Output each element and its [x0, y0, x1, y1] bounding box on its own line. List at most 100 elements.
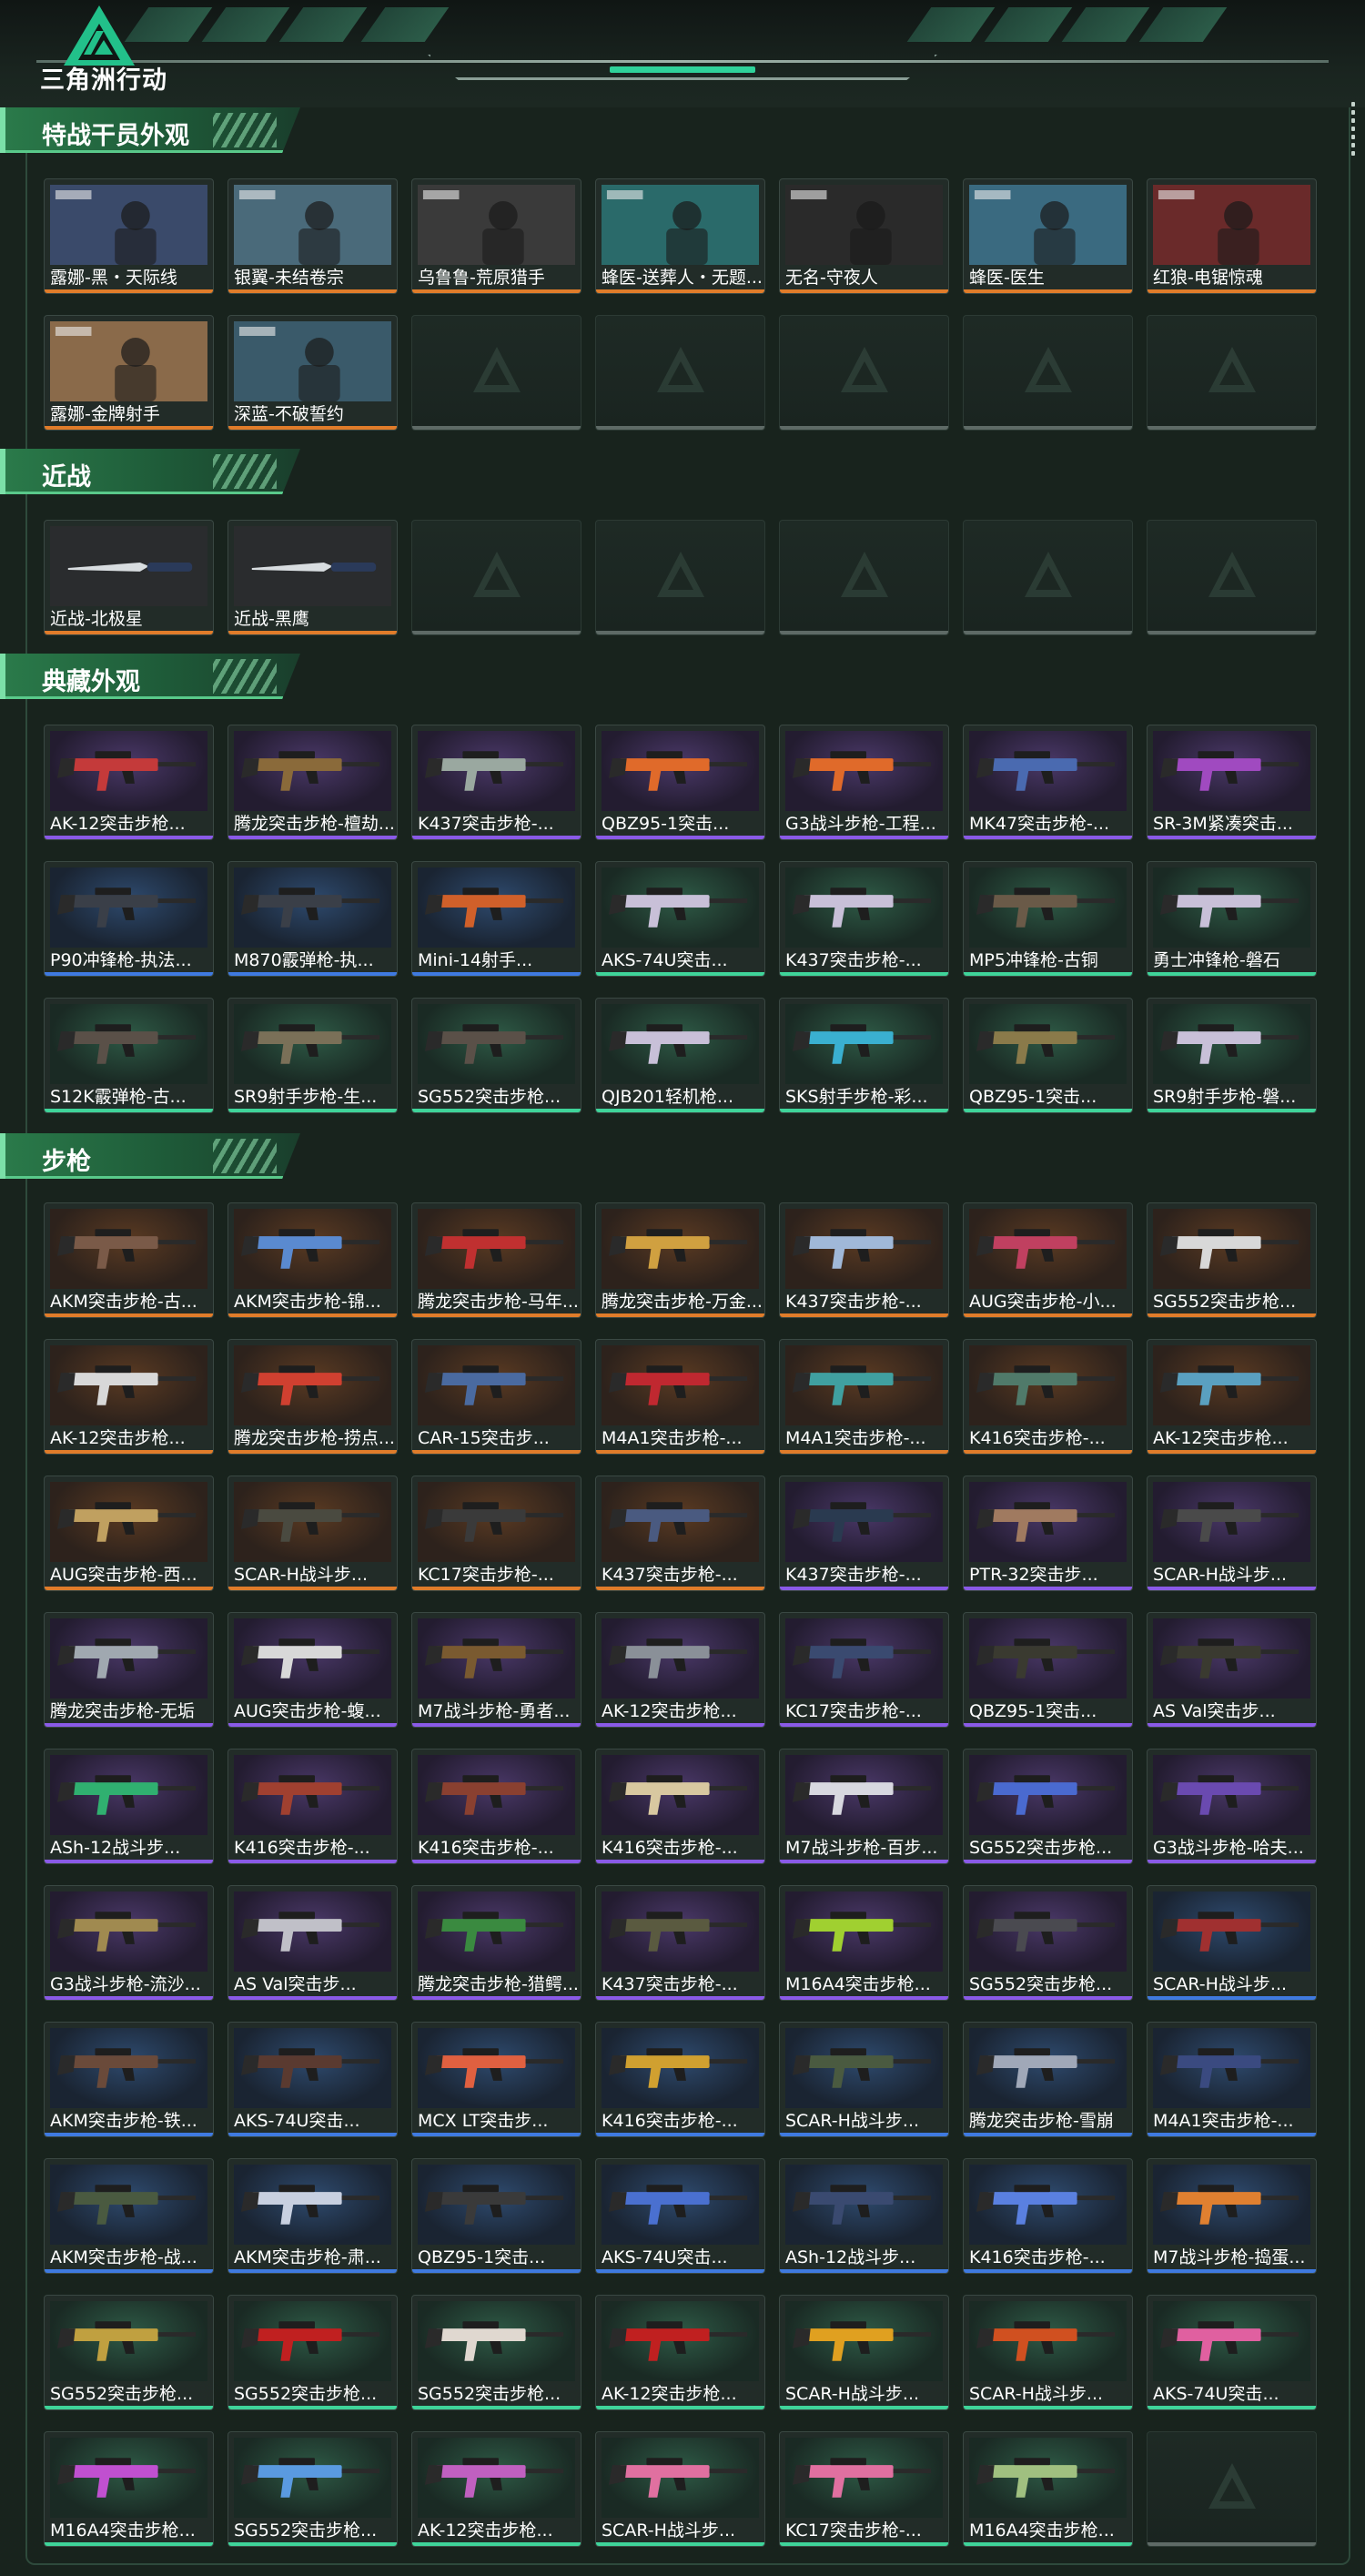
skin-card[interactable]: SCAR-H战斗步...	[228, 1476, 398, 1591]
skin-card[interactable]: 蜂医-医生	[963, 178, 1133, 294]
skin-card[interactable]: AK-12突击步枪...	[44, 1339, 214, 1455]
skin-card[interactable]: 露娜-金牌射手	[44, 315, 214, 431]
skin-card[interactable]: G3战斗步枪-流沙...	[44, 1885, 214, 2001]
skin-card[interactable]: SR9射手步枪-磐...	[1147, 998, 1317, 1113]
skin-card[interactable]: SG552突击步枪...	[1147, 1202, 1317, 1318]
skin-card[interactable]: M7战斗步枪-勇者...	[411, 1612, 581, 1728]
skin-card[interactable]: 近战-黑鹰	[228, 520, 398, 635]
skin-card[interactable]: 近战-北极星	[44, 520, 214, 635]
skin-card[interactable]: AKS-74U突击...	[595, 861, 765, 977]
skin-card[interactable]: K437突击步枪-...	[779, 1202, 949, 1318]
skin-card[interactable]: SCAR-H战斗步...	[1147, 1885, 1317, 2001]
skin-card[interactable]: Mini-14射手...	[411, 861, 581, 977]
skin-card[interactable]: SR-3M紧凑突击...	[1147, 725, 1317, 840]
skin-card[interactable]: QJB201轻机枪...	[595, 998, 765, 1113]
skin-card[interactable]: 红狼-电锯惊魂	[1147, 178, 1317, 294]
skin-card[interactable]: MK47突击步枪-...	[963, 725, 1133, 840]
skin-card[interactable]: ASh-12战斗步...	[779, 2158, 949, 2274]
skin-card[interactable]: K416突击步枪-...	[963, 2158, 1133, 2274]
skin-card[interactable]: SG552突击步枪...	[228, 2431, 398, 2547]
skin-card[interactable]: SR9射手步枪-生...	[228, 998, 398, 1113]
skin-card[interactable]: AK-12突击步枪...	[411, 2431, 581, 2547]
skin-card[interactable]: 深蓝-不破誓约	[228, 315, 398, 431]
skin-card[interactable]: K416突击步枪-...	[595, 2022, 765, 2137]
skin-card[interactable]: AUG突击步枪-西...	[44, 1476, 214, 1591]
skin-card[interactable]: MP5冲锋枪-古铜	[963, 861, 1133, 977]
skin-card[interactable]: 腾龙突击步枪-捞点...	[228, 1339, 398, 1455]
skin-card[interactable]: K416突击步枪-...	[228, 1749, 398, 1864]
skin-card[interactable]: ASh-12战斗步...	[44, 1749, 214, 1864]
skin-card[interactable]: AS Val突击步...	[228, 1885, 398, 2001]
skin-card[interactable]: 腾龙突击步枪-檀劫...	[228, 725, 398, 840]
skin-card[interactable]: AUG突击步枪-蝮...	[228, 1612, 398, 1728]
skin-card[interactable]: AK-12突击步枪...	[1147, 1339, 1317, 1455]
skin-card[interactable]: K416突击步枪-...	[595, 1749, 765, 1864]
skin-card[interactable]: SKS射手步枪-彩...	[779, 998, 949, 1113]
skin-card[interactable]: 银翼-未结卷宗	[228, 178, 398, 294]
skin-card[interactable]: G3战斗步枪-哈夫...	[1147, 1749, 1317, 1864]
skin-card[interactable]: M7战斗步枪-捣蛋...	[1147, 2158, 1317, 2274]
skin-card[interactable]: M870霰弹枪-执...	[228, 861, 398, 977]
skin-card[interactable]: AKM突击步枪-战...	[44, 2158, 214, 2274]
skin-card[interactable]: 蜂医-送葬人・无题...	[595, 178, 765, 294]
skin-card[interactable]: SCAR-H战斗步...	[779, 2022, 949, 2137]
skin-card[interactable]: M16A4突击步枪...	[963, 2431, 1133, 2547]
skin-card[interactable]: 腾龙突击步枪-马年...	[411, 1202, 581, 1318]
skin-card[interactable]: AKM突击步枪-肃...	[228, 2158, 398, 2274]
skin-card[interactable]: MCX LT突击步...	[411, 2022, 581, 2137]
skin-card[interactable]: M4A1突击步枪-...	[779, 1339, 949, 1455]
skin-card[interactable]: AK-12突击步枪...	[595, 2295, 765, 2410]
skin-card[interactable]: AK-12突击步枪...	[44, 725, 214, 840]
skin-card[interactable]: 腾龙突击步枪-无垢	[44, 1612, 214, 1728]
skin-card[interactable]: K437突击步枪-...	[411, 725, 581, 840]
skin-card[interactable]: K437突击步枪-...	[779, 1476, 949, 1591]
skin-card[interactable]: S12K霰弹枪-古...	[44, 998, 214, 1113]
skin-card[interactable]: K416突击步枪-...	[963, 1339, 1133, 1455]
skin-card[interactable]: SG552突击步枪...	[411, 998, 581, 1113]
skin-card[interactable]: KC17突击步枪-...	[411, 1476, 581, 1591]
skin-card[interactable]: K437突击步枪-...	[595, 1476, 765, 1591]
skin-card[interactable]: AKM突击步枪-古...	[44, 1202, 214, 1318]
skin-card[interactable]: M16A4突击步枪...	[779, 1885, 949, 2001]
skin-card[interactable]: AUG突击步枪-小...	[963, 1202, 1133, 1318]
skin-card[interactable]: 露娜-黑・天际线	[44, 178, 214, 294]
skin-card[interactable]: SG552突击步枪...	[228, 2295, 398, 2410]
skin-card[interactable]: SCAR-H战斗步...	[779, 2295, 949, 2410]
skin-card[interactable]: KC17突击步枪-...	[779, 2431, 949, 2547]
skin-card[interactable]: K437突击步枪-...	[779, 861, 949, 977]
skin-card[interactable]: SG552突击步枪...	[411, 2295, 581, 2410]
scroll-indicator[interactable]	[1350, 98, 1356, 162]
skin-card[interactable]: M4A1突击步枪-...	[595, 1339, 765, 1455]
skin-card[interactable]: AKS-74U突击...	[595, 2158, 765, 2274]
skin-card[interactable]: 勇士冲锋枪-磐石	[1147, 861, 1317, 977]
skin-card[interactable]: SG552突击步枪...	[963, 1749, 1133, 1864]
skin-card[interactable]: 乌鲁鲁-荒原猎手	[411, 178, 581, 294]
skin-card[interactable]: M7战斗步枪-百步...	[779, 1749, 949, 1864]
skin-card[interactable]: P90冲锋枪-执法...	[44, 861, 214, 977]
skin-card[interactable]: AKM突击步枪-锦...	[228, 1202, 398, 1318]
skin-card[interactable]: 腾龙突击步枪-猎鳄...	[411, 1885, 581, 2001]
skin-card[interactable]: KC17突击步枪-...	[779, 1612, 949, 1728]
skin-card[interactable]: PTR-32突击步...	[963, 1476, 1133, 1591]
skin-card[interactable]: AK-12突击步枪...	[595, 1612, 765, 1728]
skin-card[interactable]: AKS-74U突击...	[228, 2022, 398, 2137]
skin-card[interactable]: M16A4突击步枪...	[44, 2431, 214, 2547]
skin-card[interactable]: SG552突击步枪...	[44, 2295, 214, 2410]
skin-card[interactable]: SCAR-H战斗步...	[1147, 1476, 1317, 1591]
skin-card[interactable]: 腾龙突击步枪-万金...	[595, 1202, 765, 1318]
skin-card[interactable]: SCAR-H战斗步...	[963, 2295, 1133, 2410]
skin-card[interactable]: AS Val突击步...	[1147, 1612, 1317, 1728]
skin-card[interactable]: K416突击步枪-...	[411, 1749, 581, 1864]
skin-card[interactable]: QBZ95-1突击...	[963, 1612, 1133, 1728]
skin-card[interactable]: QBZ95-1突击...	[963, 998, 1133, 1113]
skin-card[interactable]: 无名-守夜人	[779, 178, 949, 294]
skin-card[interactable]: G3战斗步枪-工程...	[779, 725, 949, 840]
skin-card[interactable]: SCAR-H战斗步...	[595, 2431, 765, 2547]
skin-card[interactable]: AKM突击步枪-铁...	[44, 2022, 214, 2137]
skin-card[interactable]: CAR-15突击步...	[411, 1339, 581, 1455]
skin-card[interactable]: QBZ95-1突击...	[411, 2158, 581, 2274]
skin-card[interactable]: SG552突击步枪...	[963, 1885, 1133, 2001]
skin-card[interactable]: K437突击步枪-...	[595, 1885, 765, 2001]
skin-card[interactable]: QBZ95-1突击...	[595, 725, 765, 840]
skin-card[interactable]: M4A1突击步枪-...	[1147, 2022, 1317, 2137]
